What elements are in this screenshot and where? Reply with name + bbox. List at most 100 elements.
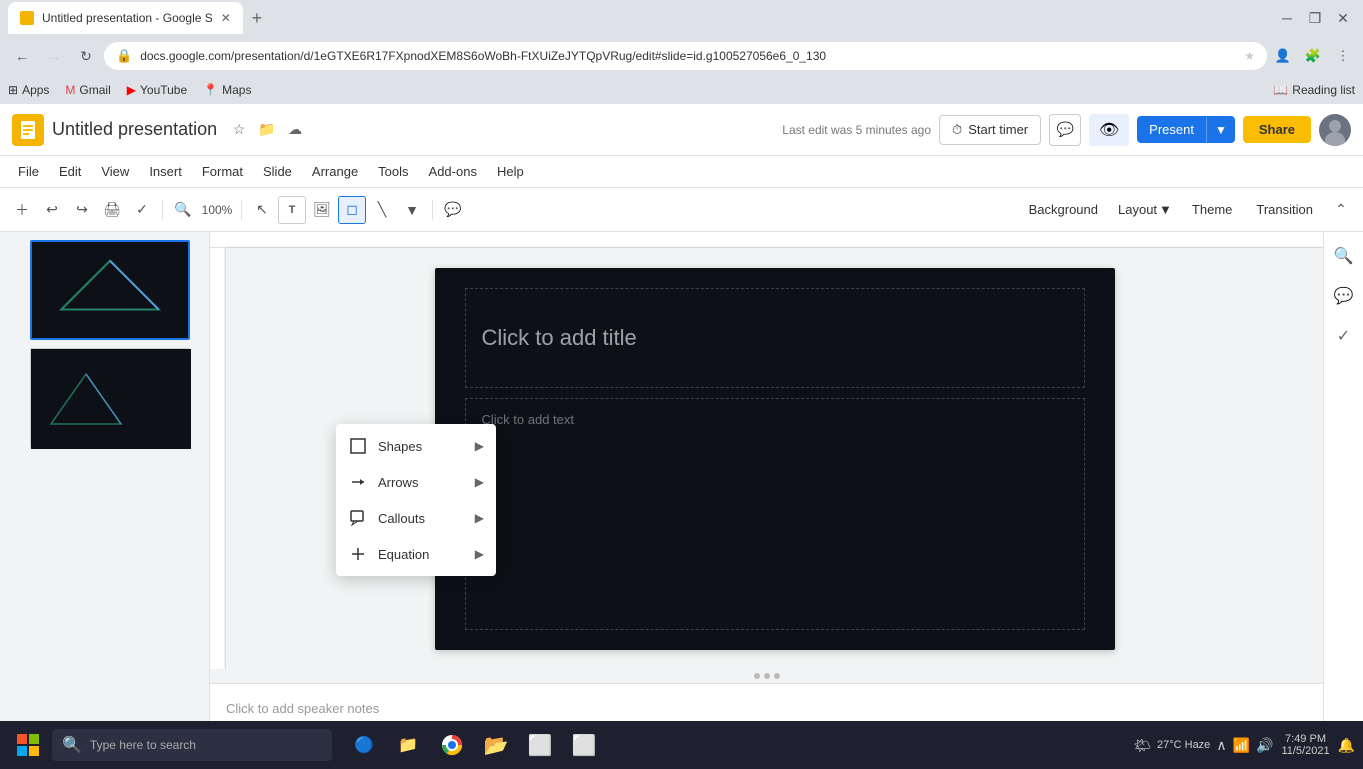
menu-tools[interactable]: Tools: [368, 160, 418, 183]
slide-title-area[interactable]: Click to add title: [465, 288, 1085, 388]
comment-tool[interactable]: 💬: [439, 196, 467, 224]
menu-slide[interactable]: Slide: [253, 160, 302, 183]
maps-icon: 📍: [203, 83, 218, 97]
background-button[interactable]: Background: [1019, 198, 1108, 221]
user-avatar[interactable]: [1319, 114, 1351, 146]
search-placeholder: Type here to search: [90, 738, 196, 752]
system-clock[interactable]: 7:49 PM 11/5/2021: [1281, 733, 1329, 757]
line-tool[interactable]: ╲: [368, 196, 396, 224]
menu-view[interactable]: View: [91, 160, 139, 183]
side-tasks-icon[interactable]: ✓: [1328, 320, 1360, 352]
menu-addons[interactable]: Add-ons: [419, 160, 487, 183]
zoom-control[interactable]: 🔍 100%: [169, 196, 235, 224]
side-comments-icon[interactable]: 💬: [1328, 280, 1360, 312]
restore-icon[interactable]: ❐: [1303, 6, 1327, 30]
back-button[interactable]: ←: [8, 42, 36, 70]
share-button[interactable]: Share: [1243, 116, 1311, 143]
app-icon: [12, 114, 44, 146]
redo-button[interactable]: ↪: [68, 196, 96, 224]
network-icon[interactable]: 📶: [1233, 737, 1250, 754]
slide-thumbnail-1[interactable]: [30, 240, 190, 340]
window-controls: ─ ❐ ✕: [1275, 6, 1355, 30]
bookmark-icon[interactable]: ★: [1244, 49, 1255, 63]
slide-content: Click to add title Click to add text: [435, 268, 1115, 650]
taskbar-explorer[interactable]: 📂: [476, 725, 516, 765]
bookmark-maps[interactable]: 📍 Maps: [203, 83, 251, 97]
extensions-icon[interactable]: 🧩: [1301, 44, 1325, 68]
cloud-icon[interactable]: ☁: [285, 120, 305, 140]
shapes-option[interactable]: Shapes ▶: [336, 428, 496, 464]
menu-insert[interactable]: Insert: [139, 160, 192, 183]
url-bar[interactable]: 🔒 docs.google.com/presentation/d/1eGTXE6…: [104, 42, 1267, 70]
minimize-icon[interactable]: ─: [1275, 6, 1299, 30]
cursor-tool[interactable]: ↖: [248, 196, 276, 224]
tab-close-icon[interactable]: ✕: [221, 11, 231, 25]
clock-date: 11/5/2021: [1281, 745, 1329, 757]
browser-tab[interactable]: Untitled presentation - Google S ✕: [8, 2, 243, 34]
equation-label: Equation: [378, 547, 465, 562]
accessibility-button[interactable]: 👁: [1089, 114, 1129, 146]
layout-button[interactable]: Layout ▼: [1112, 198, 1178, 221]
volume-icon[interactable]: 🔊: [1256, 737, 1273, 754]
close-icon[interactable]: ✕: [1331, 6, 1355, 30]
present-button[interactable]: Present ▼: [1137, 116, 1235, 143]
collapse-toolbar-button[interactable]: ⌃: [1327, 196, 1355, 224]
notification-icon[interactable]: 🔔: [1338, 737, 1355, 754]
slide-text-area[interactable]: Click to add text: [465, 398, 1085, 630]
print-button[interactable]: 🖨: [98, 196, 126, 224]
menu-edit[interactable]: Edit: [49, 160, 91, 183]
start-button[interactable]: [8, 725, 48, 765]
taskbar-files[interactable]: 📁: [388, 725, 428, 765]
undo-button[interactable]: ↩: [38, 196, 66, 224]
line-arrow-btn[interactable]: ▼: [398, 196, 426, 224]
slide-text-placeholder: Click to add text: [482, 412, 575, 427]
present-arrow-icon[interactable]: ▼: [1206, 117, 1235, 143]
side-panel: 🔍 💬 ✓ +: [1323, 232, 1363, 769]
folder-icon[interactable]: 📁: [257, 120, 277, 140]
comment-button[interactable]: 💬: [1049, 114, 1081, 146]
taskbar-chrome[interactable]: [432, 725, 472, 765]
star-icon[interactable]: ☆: [229, 120, 249, 140]
chevron-up-icon[interactable]: ∧: [1216, 737, 1226, 754]
taskbar-apps: 🔵 📁 📂 ⬜ ⬜: [344, 725, 604, 765]
text-box-tool[interactable]: T: [278, 196, 306, 224]
menu-help[interactable]: Help: [487, 160, 534, 183]
menu-arrange[interactable]: Arrange: [302, 160, 368, 183]
system-tray-icons: 🌤 27°C Haze ∧ 📶 🔊: [1133, 737, 1273, 754]
taskbar: 🔍 Type here to search 🔵 📁 📂 ⬜ ⬜ 🌤 27°C H…: [0, 721, 1363, 769]
chrome-menu-icon[interactable]: ⋮: [1331, 44, 1355, 68]
bookmark-apps[interactable]: ⊞ Apps: [8, 83, 49, 97]
equation-option[interactable]: Equation ▶: [336, 536, 496, 572]
bookmark-gmail[interactable]: M Gmail: [65, 83, 110, 97]
callouts-option[interactable]: Callouts ▶: [336, 500, 496, 536]
slide-thumb-1[interactable]: 1: [8, 240, 201, 340]
spell-check-button[interactable]: ✓: [128, 196, 156, 224]
slide-thumbnail-2[interactable]: [30, 348, 190, 448]
side-explore-icon[interactable]: 🔍: [1328, 240, 1360, 272]
slide-thumb-2[interactable]: 2: [8, 348, 201, 448]
menu-file[interactable]: File: [8, 160, 49, 183]
add-slide-button[interactable]: ＋: [8, 196, 36, 224]
refresh-button[interactable]: ↻: [72, 42, 100, 70]
profile-icon[interactable]: 👤: [1271, 44, 1295, 68]
forward-button[interactable]: →: [40, 42, 68, 70]
taskbar-app1[interactable]: ⬜: [520, 725, 560, 765]
taskbar-search[interactable]: 🔍 Type here to search: [52, 729, 332, 761]
menu-format[interactable]: Format: [192, 160, 253, 183]
arrows-option[interactable]: Arrows ▶: [336, 464, 496, 500]
url-text: docs.google.com/presentation/d/1eGTXE6R1…: [140, 49, 1236, 63]
image-tool[interactable]: 🖼: [308, 196, 336, 224]
scroll-indicator: [210, 669, 1323, 683]
taskbar-cortana[interactable]: 🔵: [344, 725, 384, 765]
start-timer-label: Start timer: [968, 122, 1028, 137]
transition-button[interactable]: Transition: [1246, 198, 1323, 221]
theme-button[interactable]: Theme: [1182, 198, 1242, 221]
shapes-tool[interactable]: ◻: [338, 196, 366, 224]
new-tab-button[interactable]: +: [243, 4, 271, 32]
doc-title[interactable]: Untitled presentation: [52, 119, 217, 140]
zoom-button[interactable]: 🔍: [169, 196, 197, 224]
taskbar-app2[interactable]: ⬜: [564, 725, 604, 765]
reading-list-button[interactable]: 📖 Reading list: [1273, 83, 1355, 97]
bookmark-youtube[interactable]: ▶ YouTube: [127, 83, 187, 97]
start-timer-button[interactable]: ⏱ Start timer: [939, 115, 1041, 145]
